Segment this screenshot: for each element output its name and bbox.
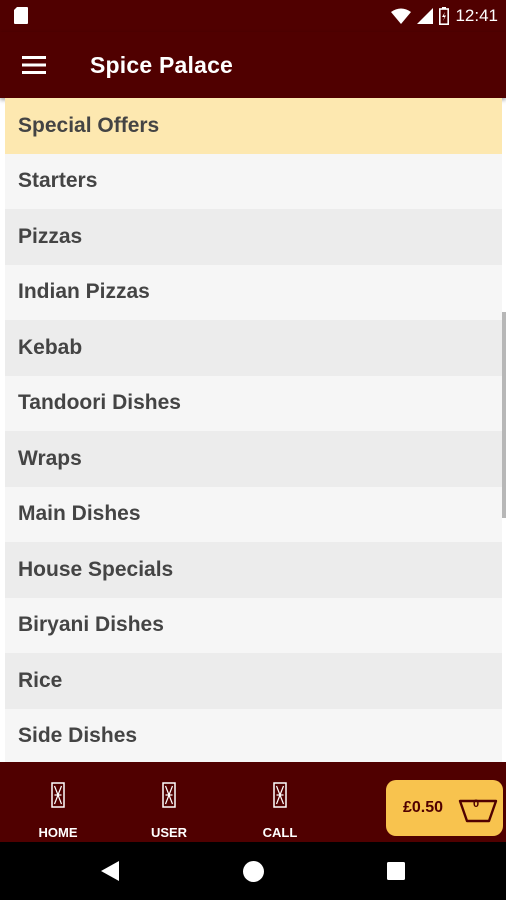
call-icon	[273, 782, 287, 808]
category-label: Rice	[18, 668, 63, 692]
home-label: HOME	[38, 825, 78, 840]
category-side-dishes[interactable]: Side Dishes	[5, 708, 502, 762]
page-title: Spice Palace	[90, 52, 234, 78]
category-label: Starters	[18, 169, 98, 193]
cart-button[interactable]: £0.50 0	[386, 780, 503, 836]
system-nav-bar	[0, 842, 506, 900]
user-icon	[162, 782, 176, 808]
user-button[interactable]: USER	[114, 762, 224, 842]
call-button[interactable]: CALL	[225, 762, 335, 842]
category-label: Wraps	[18, 446, 82, 470]
status-time: 12:41	[455, 6, 498, 25]
home-icon	[51, 782, 65, 808]
call-label: CALL	[262, 825, 298, 840]
hamburger-menu-icon[interactable]	[22, 54, 48, 76]
battery-icon	[439, 7, 450, 25]
category-label: Special Offers	[18, 113, 160, 137]
status-bar: 12:41	[0, 0, 506, 32]
category-biryani-dishes[interactable]: Biryani Dishes	[5, 597, 502, 653]
category-starters[interactable]: Starters	[5, 153, 502, 209]
category-tandoori-dishes[interactable]: Tandoori Dishes	[5, 375, 502, 431]
category-label: Kebab	[18, 335, 83, 359]
category-label: House Specials	[18, 557, 174, 581]
category-label: Indian Pizzas	[18, 280, 150, 304]
category-list[interactable]: Special Offers Starters Pizzas Indian Pi…	[0, 98, 506, 762]
list-scrollbar[interactable]	[502, 312, 506, 518]
category-special-offers[interactable]: Special Offers	[5, 98, 502, 154]
wifi-icon	[391, 8, 412, 24]
category-label: Side Dishes	[18, 724, 138, 748]
cart-count: 0	[473, 798, 480, 810]
category-label: Tandoori Dishes	[18, 391, 181, 415]
category-rice[interactable]: Rice	[5, 653, 502, 709]
home-circle-icon[interactable]	[243, 861, 264, 882]
status-icons: 12:41	[391, 5, 498, 27]
sd-card-icon	[14, 7, 28, 24]
back-icon[interactable]	[101, 861, 119, 881]
category-pizzas[interactable]: Pizzas	[5, 209, 502, 265]
category-label: Biryani Dishes	[18, 613, 164, 637]
app-bar: Spice Palace	[0, 32, 506, 98]
user-label: USER	[150, 825, 188, 840]
signal-icon	[417, 8, 434, 24]
category-label: Pizzas	[18, 224, 83, 248]
bottom-nav: HOME USER CALL £0.50 0	[0, 762, 506, 842]
home-button[interactable]: HOME	[3, 762, 113, 842]
category-main-dishes[interactable]: Main Dishes	[5, 486, 502, 542]
category-wraps[interactable]: Wraps	[5, 431, 502, 487]
category-indian-pizzas[interactable]: Indian Pizzas	[5, 264, 502, 320]
category-kebab[interactable]: Kebab	[5, 320, 502, 376]
category-house-specials[interactable]: House Specials	[5, 542, 502, 598]
category-label: Main Dishes	[18, 502, 141, 526]
recents-icon[interactable]	[387, 862, 405, 880]
cart-total: £0.50	[403, 799, 444, 816]
